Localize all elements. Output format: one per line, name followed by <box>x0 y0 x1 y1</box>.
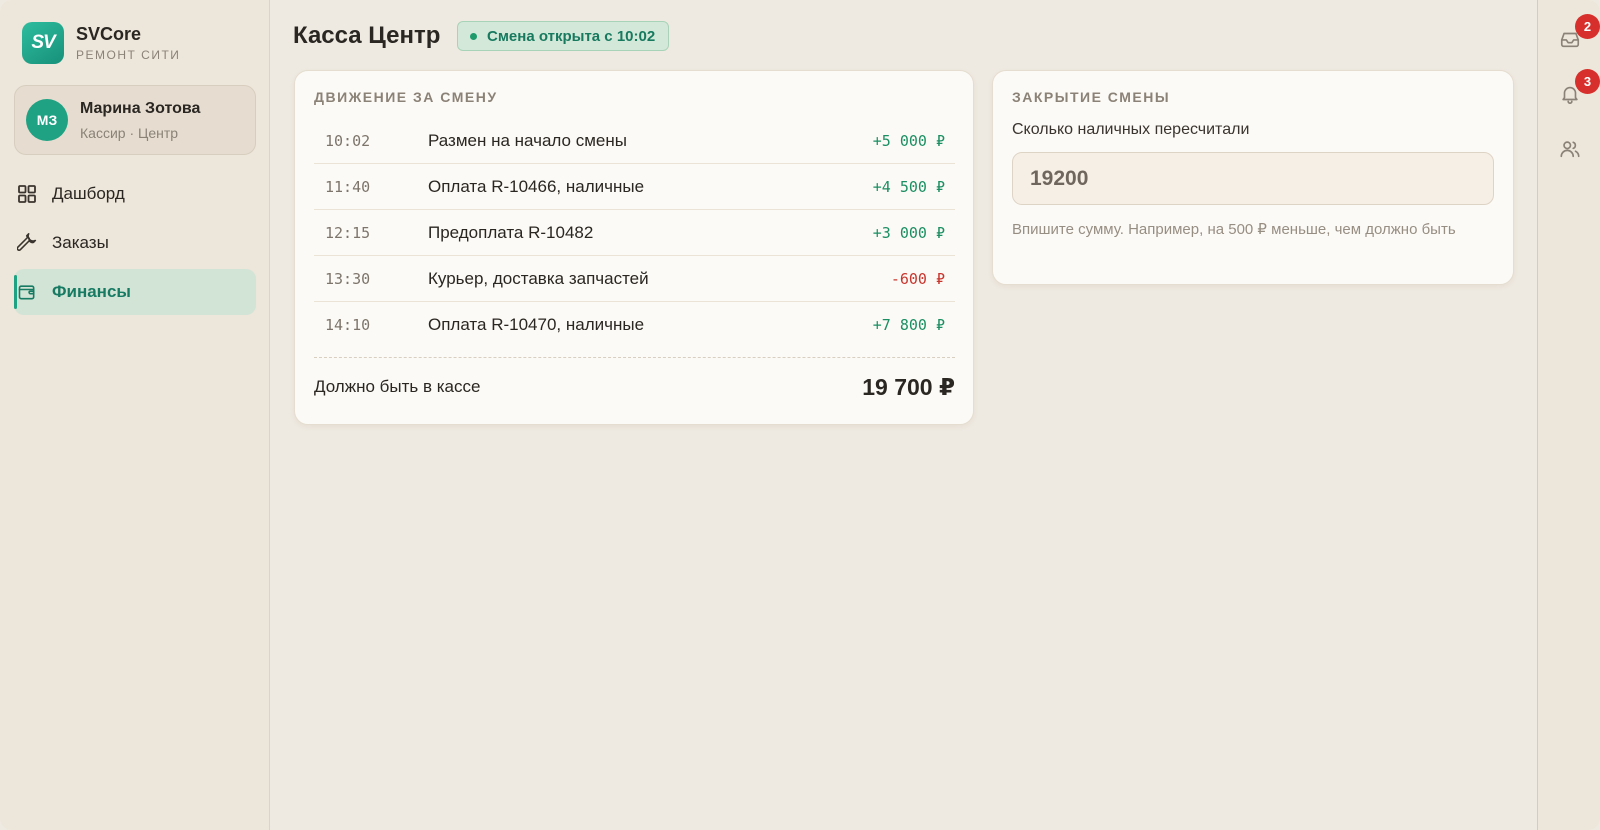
move-time: 11:40 <box>325 177 371 196</box>
status-text: Смена открыта с 10:02 <box>487 27 656 45</box>
card-heading: ЗАКРЫТИЕ СМЕНЫ <box>1012 89 1171 105</box>
move-description: Размен на начало смены <box>428 130 627 150</box>
team-button[interactable] <box>1557 138 1583 164</box>
list-item[interactable]: 13:30 Курьер, доставка запчастей -600 ₽ <box>314 256 955 302</box>
cash-count-input[interactable] <box>1012 152 1494 205</box>
sidebar-item-label: Дашборд <box>52 184 125 203</box>
move-description: Оплата R-10466, наличные <box>428 176 645 196</box>
sidebar-item-finance[interactable]: Финансы <box>14 269 256 315</box>
status-badge: Смена открыта с 10:02 <box>457 21 670 51</box>
total-label: Должно быть в кассе <box>314 377 481 396</box>
brand-subtitle: РЕМОНТ СИТИ <box>76 47 181 62</box>
move-description: Курьер, доставка запчастей <box>428 268 649 288</box>
move-description: Оплата R-10470, наличные <box>428 314 645 334</box>
movements-list: 10:02 Размен на начало смены +5 000 ₽ 11… <box>314 118 955 358</box>
sidebar-item-dashboard[interactable]: Дашборд <box>14 171 256 217</box>
list-item[interactable]: 11:40 Оплата R-10466, наличные +4 500 ₽ <box>314 164 955 210</box>
inbox-count-badge: 2 <box>1575 14 1600 39</box>
expected-total: Должно быть в кассе 19 700 ₽ <box>314 369 955 405</box>
move-amount: +7 800 ₽ <box>872 315 945 334</box>
notifications-count-badge: 3 <box>1575 69 1600 94</box>
list-item[interactable]: 14:10 Оплата R-10470, наличные +7 800 ₽ <box>314 302 955 358</box>
right-rail: 2 3 <box>1537 0 1600 830</box>
app-window: SV SVCore РЕМОНТ СИТИ МЗ Марина Зотова К… <box>0 0 1600 830</box>
sidebar-item-orders[interactable]: Заказы <box>14 220 256 266</box>
move-time: 14:10 <box>325 315 371 334</box>
sidebar-item-label: Финансы <box>52 282 131 301</box>
move-amount: +4 500 ₽ <box>872 177 945 196</box>
wrench-icon <box>16 232 38 254</box>
move-amount: +3 000 ₽ <box>872 223 945 242</box>
shift-movements-card: ДВИЖЕНИЕ ЗА СМЕНУ 10:02 Размен на начало… <box>294 70 974 425</box>
avatar: МЗ <box>26 99 68 141</box>
status-dot-icon <box>470 32 477 40</box>
move-time: 13:30 <box>325 269 371 288</box>
wallet-icon <box>16 281 38 303</box>
cash-count-label: Сколько наличных пересчитали <box>1012 121 1250 138</box>
sidebar-nav: Дашборд Заказы Финансы <box>14 171 256 318</box>
main-content: Касса Центр Смена открыта с 10:02 ДВИЖЕН… <box>270 0 1537 830</box>
move-time: 12:15 <box>325 223 371 242</box>
list-item[interactable]: 10:02 Размен на начало смены +5 000 ₽ <box>314 118 955 164</box>
user-card[interactable]: МЗ Марина Зотова Кассир · Центр <box>14 85 256 155</box>
cash-count-hint: Впишите сумму. Например, на 500 ₽ меньше… <box>1012 221 1456 238</box>
user-name: Марина Зотова <box>80 99 201 117</box>
close-shift-card: ЗАКРЫТИЕ СМЕНЫ Сколько наличных пересчит… <box>992 70 1514 285</box>
total-value: 19 700 ₽ <box>862 373 955 400</box>
users-icon <box>1559 138 1581 165</box>
brand[interactable]: SV SVCore РЕМОНТ СИТИ <box>22 22 180 64</box>
brand-logo: SV <box>22 22 64 64</box>
sidebar: SV SVCore РЕМОНТ СИТИ МЗ Марина Зотова К… <box>0 0 270 830</box>
list-item[interactable]: 12:15 Предоплата R-10482 +3 000 ₽ <box>314 210 955 256</box>
grid-icon <box>16 183 38 205</box>
move-description: Предоплата R-10482 <box>428 222 594 242</box>
move-time: 10:02 <box>325 131 371 150</box>
move-amount: -600 ₽ <box>890 269 945 288</box>
card-heading: ДВИЖЕНИЕ ЗА СМЕНУ <box>314 89 498 105</box>
user-role: Кассир · Центр <box>80 124 179 141</box>
move-amount: +5 000 ₽ <box>872 131 945 150</box>
brand-name: SVCore <box>76 23 142 44</box>
sidebar-item-label: Заказы <box>52 233 109 252</box>
page-title: Касса Центр <box>293 22 441 49</box>
